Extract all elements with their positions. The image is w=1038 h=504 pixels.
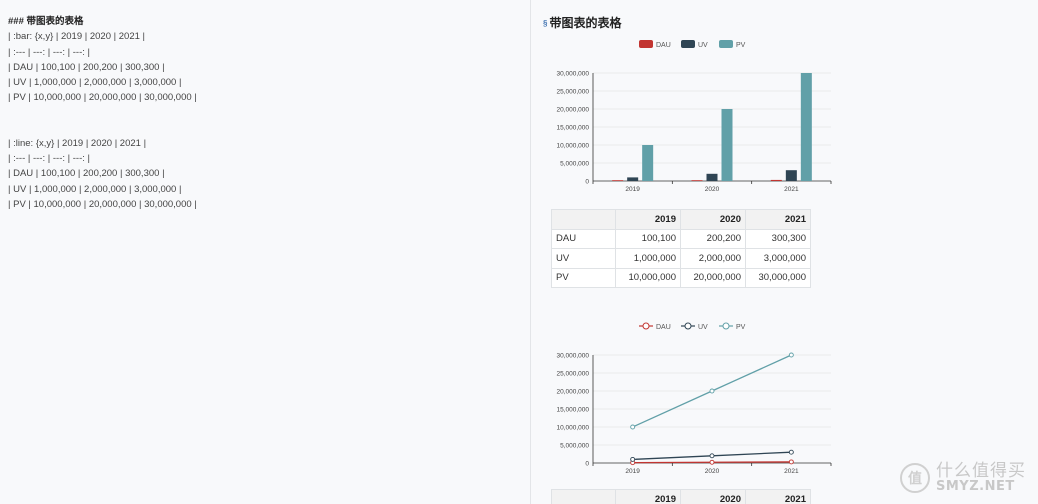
legend-label: UV bbox=[698, 324, 708, 331]
bar bbox=[785, 170, 797, 181]
y-tick-label: 10,000,000 bbox=[556, 143, 589, 150]
y-tick-label: 0 bbox=[585, 461, 589, 468]
x-tick-label: 2019 bbox=[625, 186, 640, 193]
data-table-second: 2019 2020 2021 bbox=[551, 489, 811, 504]
table-header-cell: 2020 bbox=[680, 209, 746, 230]
table-row: PV 10,000,000 20,000,000 30,000,000 bbox=[551, 267, 811, 288]
editor-line[interactable]: | PV | 10,000,000 | 20,000,000 | 30,000,… bbox=[8, 197, 530, 212]
watermark-text: 什么值得买 bbox=[936, 460, 1026, 481]
legend-swatch bbox=[681, 40, 695, 48]
y-tick-label: 30,000,000 bbox=[556, 71, 589, 78]
x-tick-label: 2019 bbox=[625, 468, 640, 475]
watermark-domain: SMYZ.NET bbox=[936, 479, 1015, 495]
legend-label: PV bbox=[736, 324, 746, 331]
legend-label: DAU bbox=[656, 324, 671, 331]
table-header-cell: 2019 bbox=[615, 489, 681, 504]
table-header-cell bbox=[551, 209, 616, 230]
table-header-cell bbox=[551, 489, 616, 504]
table-cell: 30,000,000 bbox=[745, 267, 811, 288]
bar bbox=[612, 180, 624, 181]
data-point bbox=[630, 424, 636, 430]
legend-marker bbox=[642, 322, 650, 330]
markdown-editor[interactable]: ### 带图表的表格 | :bar: {x,y} | 2019 | 2020 |… bbox=[0, 0, 530, 504]
table-header-row: 2019 2020 2021 bbox=[551, 489, 811, 504]
y-tick-label: 20,000,000 bbox=[556, 107, 589, 114]
table-cell: 10,000,000 bbox=[615, 267, 681, 288]
editor-line[interactable]: | UV | 1,000,000 | 2,000,000 | 3,000,000… bbox=[8, 182, 530, 197]
data-point bbox=[709, 459, 715, 465]
y-tick-label: 30,000,000 bbox=[556, 353, 589, 360]
legend-label: UV bbox=[698, 42, 708, 49]
markdown-preview: § 带图表的表格 DAU UV PV 0 5,000,000 10,000,000 15,00… bbox=[531, 0, 1038, 504]
table-cell: 200,200 bbox=[680, 228, 746, 249]
watermark: 值 什么值得买 SMYZ.NET bbox=[900, 460, 1026, 495]
data-point bbox=[788, 352, 794, 358]
legend-swatch bbox=[639, 40, 653, 48]
table-row: DAU 100,100 200,200 300,300 bbox=[551, 228, 811, 249]
table-header-cell: 2021 bbox=[745, 489, 811, 504]
x-tick-label: 2021 bbox=[784, 186, 799, 193]
editor-line[interactable]: | :bar: {x,y} | 2019 | 2020 | 2021 | bbox=[8, 29, 530, 44]
x-tick-label: 2020 bbox=[705, 186, 720, 193]
x-tick-label: 2020 bbox=[705, 468, 720, 475]
legend-label: PV bbox=[736, 42, 746, 49]
editor-line[interactable]: | PV | 10,000,000 | 20,000,000 | 30,000,… bbox=[8, 90, 530, 105]
bar bbox=[800, 73, 812, 181]
editor-line[interactable]: | :--- | ---: | ---: | ---: | bbox=[8, 151, 530, 166]
editor-line[interactable]: | UV | 1,000,000 | 2,000,000 | 3,000,000… bbox=[8, 75, 530, 90]
preview-heading-text: 带图表的表格 bbox=[549, 16, 622, 30]
table-cell: 300,300 bbox=[745, 228, 811, 249]
data-point bbox=[630, 456, 636, 462]
y-tick-label: 15,000,000 bbox=[556, 125, 589, 132]
x-tick-label: 2021 bbox=[784, 468, 799, 475]
data-table: 2019 2020 2021 DAU 100,100 200,200 300,3… bbox=[551, 209, 811, 288]
table-cell: 100,100 bbox=[615, 228, 681, 249]
bar bbox=[706, 173, 718, 181]
table-cell: UV bbox=[551, 248, 616, 269]
y-tick-label: 25,000,000 bbox=[556, 371, 589, 378]
table-cell: PV bbox=[551, 267, 616, 288]
data-point bbox=[788, 449, 794, 455]
table-cell: 2,000,000 bbox=[680, 248, 746, 269]
bar bbox=[627, 177, 639, 181]
bar-chart[interactable]: DAU UV PV 0 5,000,000 10,000,000 15,000,000 20,… bbox=[531, 30, 1038, 230]
table-cell: 1,000,000 bbox=[615, 248, 681, 269]
editor-line[interactable]: | DAU | 100,100 | 200,200 | 300,300 | bbox=[8, 166, 530, 181]
table-header-cell: 2019 bbox=[615, 209, 681, 230]
editor-line[interactable]: ### 带图表的表格 bbox=[8, 14, 530, 29]
y-tick-label: 5,000,000 bbox=[560, 161, 589, 168]
y-tick-label: 20,000,000 bbox=[556, 389, 589, 396]
watermark-logo-icon: 值 bbox=[900, 463, 930, 494]
preview-heading: § 带图表的表格 bbox=[543, 14, 621, 31]
bar bbox=[770, 179, 782, 181]
legend-marker bbox=[722, 322, 730, 330]
bar bbox=[642, 145, 654, 181]
table-cell: 20,000,000 bbox=[680, 267, 746, 288]
data-point bbox=[788, 459, 794, 465]
editor-line[interactable]: | DAU | 100,100 | 200,200 | 300,300 | bbox=[8, 60, 530, 75]
line-chart[interactable]: DAU UV PV 0 5,000,000 10,000,000 15,000,000 20,… bbox=[531, 312, 1038, 482]
legend-label: DAU bbox=[656, 42, 671, 49]
y-tick-label: 15,000,000 bbox=[556, 407, 589, 414]
editor-blank-lines[interactable] bbox=[8, 106, 530, 136]
y-tick-label: 5,000,000 bbox=[560, 443, 589, 450]
data-point bbox=[709, 388, 715, 394]
data-point bbox=[709, 453, 715, 459]
y-tick-label: 25,000,000 bbox=[556, 89, 589, 96]
table-row: UV 1,000,000 2,000,000 3,000,000 bbox=[551, 248, 811, 269]
table-header-row: 2019 2020 2021 bbox=[551, 209, 811, 230]
editor-line[interactable]: | :--- | ---: | ---: | ---: | bbox=[8, 45, 530, 60]
legend-marker bbox=[684, 322, 692, 330]
bar bbox=[691, 180, 703, 181]
legend-swatch bbox=[719, 40, 733, 48]
table-header-cell: 2020 bbox=[680, 489, 746, 504]
table-cell: 3,000,000 bbox=[745, 248, 811, 269]
y-tick-label: 0 bbox=[585, 179, 589, 186]
table-header-cell: 2021 bbox=[745, 209, 811, 230]
editor-line[interactable]: | :line: {x,y} | 2019 | 2020 | 2021 | bbox=[8, 136, 530, 151]
bar bbox=[721, 109, 733, 181]
y-tick-label: 10,000,000 bbox=[556, 425, 589, 432]
anchor-link-icon[interactable]: § bbox=[543, 19, 547, 28]
table-cell: DAU bbox=[551, 228, 616, 249]
